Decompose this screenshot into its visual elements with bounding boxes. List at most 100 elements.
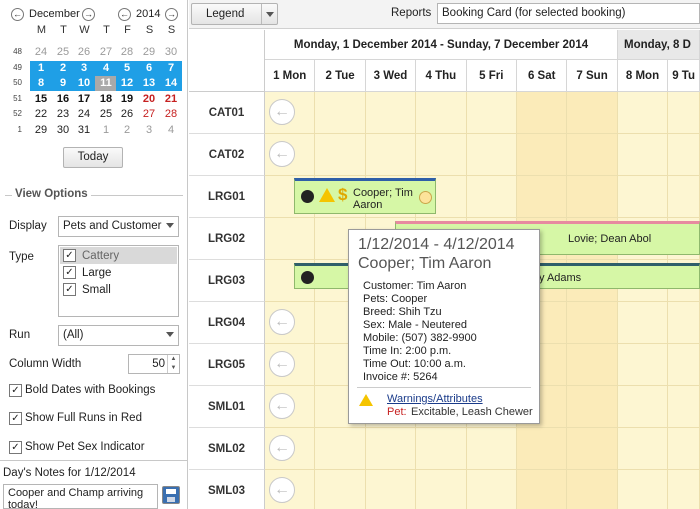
calendar-day[interactable]: 23 bbox=[52, 107, 74, 122]
notes-textarea[interactable]: Cooper and Champ arriving today! bbox=[3, 484, 158, 509]
calendar-day[interactable]: 16 bbox=[52, 92, 74, 107]
schedule-cell[interactable] bbox=[567, 386, 618, 428]
calendar-day[interactable]: 24 bbox=[73, 107, 95, 122]
scroll-left-icon[interactable]: ← bbox=[269, 477, 295, 503]
scroll-left-icon[interactable]: ← bbox=[269, 393, 295, 419]
calendar-day[interactable]: 2 bbox=[52, 61, 74, 76]
schedule-cell[interactable] bbox=[567, 92, 618, 134]
schedule-cell[interactable] bbox=[567, 344, 618, 386]
schedule-cell[interactable] bbox=[617, 470, 669, 509]
schedule-cell[interactable] bbox=[466, 134, 517, 176]
schedule-cell[interactable] bbox=[416, 470, 467, 509]
schedule-cell[interactable] bbox=[315, 134, 366, 176]
calendar-day[interactable]: 14 bbox=[160, 76, 182, 91]
reports-select[interactable]: Booking Card (for selected booking) bbox=[437, 3, 700, 24]
prev-year-icon[interactable]: ← bbox=[118, 8, 131, 21]
calendar-day[interactable]: 9 bbox=[52, 76, 74, 91]
calendar-day[interactable]: 17 bbox=[73, 92, 95, 107]
type-small-checkbox[interactable]: ✓ bbox=[63, 283, 76, 296]
schedule-cell[interactable] bbox=[315, 92, 366, 134]
schedule-cell[interactable] bbox=[365, 428, 417, 470]
schedule-cell[interactable] bbox=[466, 428, 517, 470]
schedule-cell[interactable] bbox=[315, 428, 366, 470]
calendar-day[interactable]: 30 bbox=[160, 45, 182, 60]
calendar-day[interactable]: 15 bbox=[30, 92, 52, 107]
schedule-cell[interactable] bbox=[617, 176, 669, 218]
schedule-cell[interactable] bbox=[668, 428, 700, 470]
schedule-cell[interactable] bbox=[668, 470, 700, 509]
schedule-cell[interactable] bbox=[567, 470, 618, 509]
booking-cooper[interactable]: $ Cooper; Tim Aaron bbox=[294, 178, 436, 214]
calendar-day[interactable]: 13 bbox=[138, 76, 160, 91]
schedule-cell[interactable] bbox=[517, 470, 568, 509]
calendar-day[interactable]: 5 bbox=[116, 61, 138, 76]
day-header[interactable]: 8 Mon bbox=[617, 60, 669, 92]
calendar-day[interactable]: 27 bbox=[138, 107, 160, 122]
calendar-day[interactable]: 28 bbox=[116, 45, 138, 60]
scroll-left-icon[interactable]: ← bbox=[269, 141, 295, 167]
schedule-cell[interactable] bbox=[466, 470, 517, 509]
scroll-left-icon[interactable]: ← bbox=[269, 435, 295, 461]
calendar-day[interactable]: 20 bbox=[138, 92, 160, 107]
calendar-day[interactable]: 18 bbox=[95, 92, 117, 107]
next-month-icon[interactable]: → bbox=[82, 8, 95, 21]
schedule-cell[interactable] bbox=[265, 218, 316, 260]
calendar-day[interactable]: 26 bbox=[116, 107, 138, 122]
display-select[interactable]: Pets and Customer bbox=[58, 216, 179, 237]
calendar-day[interactable]: 25 bbox=[52, 45, 74, 60]
calendar-day[interactable]: 1 bbox=[95, 123, 117, 138]
schedule-cell[interactable] bbox=[668, 92, 700, 134]
schedule-cell[interactable] bbox=[466, 92, 517, 134]
schedule-cell[interactable] bbox=[668, 302, 700, 344]
calendar-day[interactable]: 1 bbox=[30, 61, 52, 76]
schedule-cell[interactable] bbox=[517, 176, 568, 218]
schedule-cell[interactable] bbox=[617, 428, 669, 470]
bold-dates-checkbox[interactable]: ✓ bbox=[9, 384, 22, 397]
calendar-day[interactable]: 7 bbox=[160, 61, 182, 76]
schedule-cell[interactable] bbox=[517, 428, 568, 470]
schedule-cell[interactable] bbox=[567, 428, 618, 470]
day-header[interactable]: 5 Fri bbox=[466, 60, 517, 92]
legend-button[interactable]: Legend bbox=[191, 3, 278, 25]
schedule-cell[interactable] bbox=[416, 92, 467, 134]
sex-indicator-checkbox[interactable]: ✓ bbox=[9, 441, 22, 454]
full-runs-checkbox[interactable]: ✓ bbox=[9, 412, 22, 425]
scroll-left-icon[interactable]: ← bbox=[269, 351, 295, 377]
schedule-cell[interactable] bbox=[668, 344, 700, 386]
today-button[interactable]: Today bbox=[63, 147, 123, 168]
calendar-day[interactable]: 29 bbox=[30, 123, 52, 138]
day-header[interactable]: 2 Tue bbox=[315, 60, 366, 92]
calendar-day[interactable]: 26 bbox=[73, 45, 95, 60]
day-header[interactable]: 4 Thu bbox=[416, 60, 467, 92]
day-header[interactable]: 1 Mon bbox=[265, 60, 316, 92]
scroll-left-icon[interactable]: ← bbox=[269, 309, 295, 335]
schedule-cell[interactable] bbox=[517, 134, 568, 176]
schedule-cell[interactable] bbox=[567, 176, 618, 218]
schedule-cell[interactable] bbox=[466, 176, 517, 218]
calendar-day[interactable]: 19 bbox=[116, 92, 138, 107]
save-notes-icon[interactable] bbox=[162, 486, 180, 504]
calendar-day[interactable]: 31 bbox=[73, 123, 95, 138]
day-header[interactable]: 6 Sat bbox=[517, 60, 568, 92]
schedule-cell[interactable] bbox=[617, 92, 669, 134]
calendar-day[interactable]: 10 bbox=[73, 76, 95, 91]
calendar-day[interactable]: 11 bbox=[95, 76, 117, 91]
scroll-left-icon[interactable]: ← bbox=[269, 99, 295, 125]
calendar-day[interactable]: 24 bbox=[30, 45, 52, 60]
schedule-cell[interactable] bbox=[416, 134, 467, 176]
schedule-cell[interactable] bbox=[617, 344, 669, 386]
calendar-day[interactable]: 4 bbox=[160, 123, 182, 138]
calendar-day[interactable]: 30 bbox=[52, 123, 74, 138]
schedule-cell[interactable] bbox=[668, 386, 700, 428]
schedule-cell[interactable] bbox=[617, 302, 669, 344]
calendar-day[interactable]: 8 bbox=[30, 76, 52, 91]
schedule-cell[interactable] bbox=[365, 92, 417, 134]
day-header[interactable]: 3 Wed bbox=[365, 60, 417, 92]
calendar-day[interactable]: 27 bbox=[95, 45, 117, 60]
calendar-day[interactable]: 4 bbox=[95, 61, 117, 76]
type-cattery-checkbox[interactable]: ✓ bbox=[63, 249, 76, 262]
prev-month-icon[interactable]: ← bbox=[11, 8, 24, 21]
day-header[interactable]: 9 Tu bbox=[668, 60, 700, 92]
next-year-icon[interactable]: → bbox=[165, 8, 178, 21]
schedule-cell[interactable] bbox=[315, 470, 366, 509]
